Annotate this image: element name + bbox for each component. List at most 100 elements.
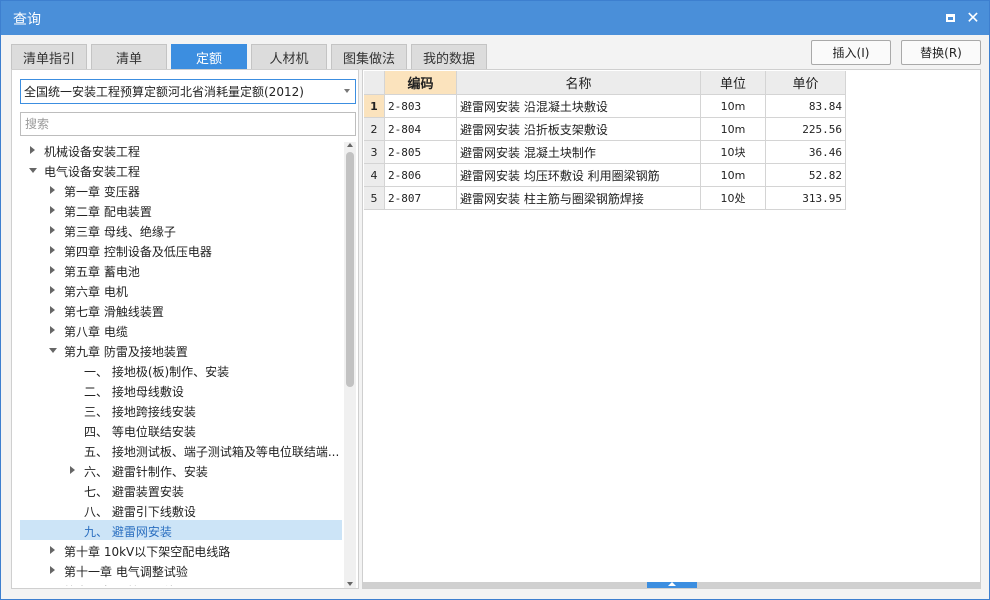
row-number[interactable]: 2 [364, 118, 385, 141]
quota-library-select[interactable]: 全国统一安装工程预算定额河北省消耗量定额(2012) [20, 79, 356, 104]
tree-item-label: 四、 等电位联结安装 [84, 425, 196, 439]
collapsed-arrow-icon[interactable] [50, 326, 55, 334]
tree-item[interactable]: 一、 接地极(板)制作、安装 [20, 360, 342, 380]
cell-code[interactable]: 2-804 [385, 118, 457, 141]
collapsed-arrow-icon[interactable] [50, 206, 55, 214]
tab-bill-guide[interactable]: 清单指引 [11, 44, 87, 70]
tree-item[interactable]: 第九章 防雷及接地装置 [20, 340, 342, 360]
scroll-up-icon[interactable] [347, 143, 353, 147]
tree-item-label: 三、 接地跨接线安装 [84, 405, 196, 419]
cell-unit[interactable]: 10m [701, 95, 766, 118]
chevron-down-icon [344, 89, 350, 93]
tree-item[interactable]: 机械设备安装工程 [20, 140, 342, 160]
row-number[interactable]: 1 [364, 95, 385, 118]
collapsed-arrow-icon[interactable] [50, 186, 55, 194]
cell-name[interactable]: 避雷网安装 沿混凝土块敷设 [457, 95, 701, 118]
tree-item[interactable]: 九、 避雷网安装 [20, 520, 342, 540]
tree-item[interactable]: 二、 接地母线敷设 [20, 380, 342, 400]
collapsed-arrow-icon[interactable] [50, 306, 55, 314]
tree-item[interactable]: 三、 接地跨接线安装 [20, 400, 342, 420]
query-dialog: 查询 ✕ 清单指引 清单 定额 人材机 图集做法 我的数据 插入(I) 替换(R… [0, 0, 990, 600]
tree-item[interactable]: 七、 避雷装置安装 [20, 480, 342, 500]
search-input[interactable] [20, 112, 356, 136]
cell-code[interactable]: 2-803 [385, 95, 457, 118]
cell-unit[interactable]: 10m [701, 164, 766, 187]
tree-item-label: 九、 避雷网安装 [84, 525, 172, 539]
cell-name[interactable]: 避雷网安装 均压环敷设 利用圈梁钢筋 [457, 164, 701, 187]
cell-name[interactable]: 避雷网安装 混凝土块制作 [457, 141, 701, 164]
tree-item[interactable]: 六、 避雷针制作、安装 [20, 460, 342, 480]
expanded-arrow-icon[interactable] [49, 348, 57, 353]
chapter-tree: 机械设备安装工程电气设备安装工程 第一章 变压器 第二章 配电装置 第三章 母线、绝缘… [20, 140, 342, 586]
expanded-arrow-icon[interactable] [29, 168, 37, 173]
scroll-down-icon[interactable] [347, 582, 353, 586]
tab-my-data[interactable]: 我的数据 [411, 44, 487, 70]
tree-item-label: 电气设备安装工程 [44, 165, 141, 179]
row-number[interactable]: 3 [364, 141, 385, 164]
tree-item-label: 第十二章 配管、配线 [64, 583, 176, 586]
quota-tree-panel: 全国统一安装工程预算定额河北省消耗量定额(2012) 机械设备安装工程电气设备安… [11, 69, 359, 589]
cell-price[interactable]: 313.95 [766, 187, 846, 210]
tree-item[interactable]: 四、 等电位联结安装 [20, 420, 342, 440]
tree-item[interactable]: 第十二章 配管、配线 [20, 580, 342, 586]
tree-scrollbar[interactable] [344, 142, 356, 588]
tree-item[interactable]: 第六章 电机 [20, 280, 342, 300]
scrollbar-thumb[interactable] [346, 152, 354, 387]
collapsed-arrow-icon[interactable] [30, 146, 35, 154]
tree-item[interactable]: 第八章 电缆 [20, 320, 342, 340]
tab-quota[interactable]: 定额 [171, 44, 247, 70]
collapsed-arrow-icon[interactable] [50, 546, 55, 554]
tree-item[interactable]: 第四章 控制设备及低压电器 [20, 240, 342, 260]
cell-code[interactable]: 2-806 [385, 164, 457, 187]
tree-item-label: 第九章 防雷及接地装置 [64, 345, 188, 359]
corner-cell [364, 71, 385, 95]
tree-item[interactable]: 第一章 变压器 [20, 180, 342, 200]
cell-unit[interactable]: 10处 [701, 187, 766, 210]
cell-code[interactable]: 2-807 [385, 187, 457, 210]
header-unit[interactable]: 单位 [701, 71, 766, 95]
cell-code[interactable]: 2-805 [385, 141, 457, 164]
tree-item[interactable]: 电气设备安装工程 [20, 160, 342, 180]
close-icon[interactable]: ✕ [964, 9, 982, 27]
quota-library-value: 全国统一安装工程预算定额河北省消耗量定额(2012) [24, 85, 304, 99]
row-number[interactable]: 5 [364, 187, 385, 210]
title-bar[interactable]: 查询 ✕ [1, 1, 989, 35]
tree-item[interactable]: 五、 接地测试板、端子测试箱及等电位联结端... [20, 440, 342, 460]
collapsed-arrow-icon[interactable] [50, 246, 55, 254]
collapsed-arrow-icon[interactable] [50, 286, 55, 294]
header-name[interactable]: 名称 [457, 71, 701, 95]
collapsed-arrow-icon[interactable] [70, 466, 75, 474]
chevron-up-icon [668, 582, 676, 586]
cell-price[interactable]: 36.46 [766, 141, 846, 164]
tree-item[interactable]: 八、 避雷引下线敷设 [20, 500, 342, 520]
tree-item[interactable]: 第五章 蓄电池 [20, 260, 342, 280]
tree-item[interactable]: 第十章 10kV以下架空配电线路 [20, 540, 342, 560]
tab-bill[interactable]: 清单 [91, 44, 167, 70]
tree-item-label: 第七章 滑触线装置 [64, 305, 164, 319]
tab-atlas-method[interactable]: 图集做法 [331, 44, 407, 70]
replace-button[interactable]: 替换(R) [901, 40, 981, 65]
cell-name[interactable]: 避雷网安装 柱主筋与圈梁钢筋焊接 [457, 187, 701, 210]
collapsed-arrow-icon[interactable] [50, 226, 55, 234]
cell-unit[interactable]: 10块 [701, 141, 766, 164]
cell-unit[interactable]: 10m [701, 118, 766, 141]
collapsed-arrow-icon[interactable] [50, 566, 55, 574]
cell-price[interactable]: 225.56 [766, 118, 846, 141]
tab-labor-material-machine[interactable]: 人材机 [251, 44, 327, 70]
cell-price[interactable]: 83.84 [766, 95, 846, 118]
insert-button[interactable]: 插入(I) [811, 40, 891, 65]
quota-table-panel: 编码 名称 单位 单价 1 2-803 避雷网安装 沿混凝土块敷设 10m 83.84 2… [362, 69, 981, 589]
cell-name[interactable]: 避雷网安装 沿折板支架敷设 [457, 118, 701, 141]
header-price[interactable]: 单价 [766, 71, 846, 95]
tree-item[interactable]: 第七章 滑触线装置 [20, 300, 342, 320]
row-number[interactable]: 4 [364, 164, 385, 187]
tree-item[interactable]: 第三章 母线、绝缘子 [20, 220, 342, 240]
cell-price[interactable]: 52.82 [766, 164, 846, 187]
maximize-icon[interactable] [941, 9, 959, 27]
collapsed-arrow-icon[interactable] [50, 266, 55, 274]
tree-item-label: 六、 避雷针制作、安装 [84, 465, 208, 479]
header-code[interactable]: 编码 [385, 71, 457, 95]
tree-item[interactable]: 第二章 配电装置 [20, 200, 342, 220]
tree-item[interactable]: 第十一章 电气调整试验 [20, 560, 342, 580]
splitter-handle[interactable] [647, 582, 697, 588]
